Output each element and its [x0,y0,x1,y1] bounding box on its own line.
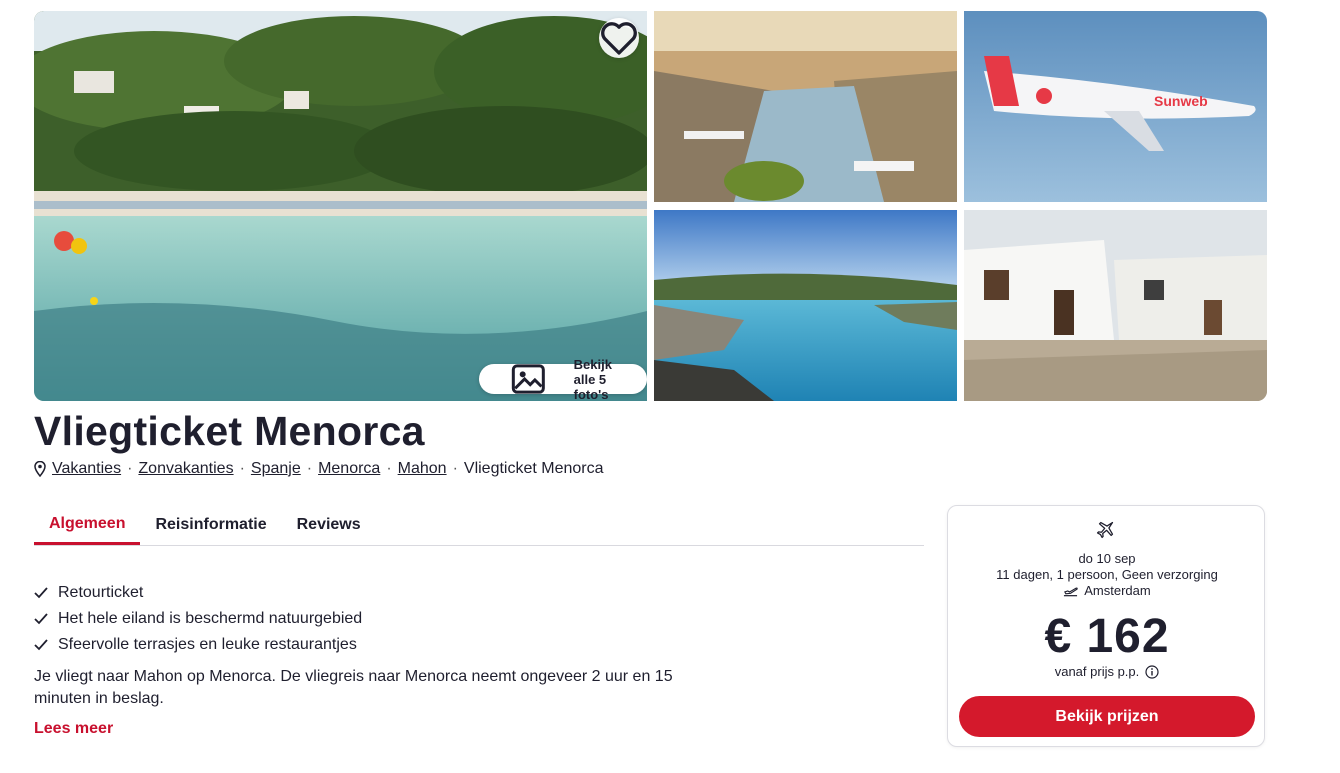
price: € 162 [1044,610,1170,663]
breadcrumb-separator: · [239,460,245,477]
tab-reisinformatie[interactable]: Reisinformatie [140,505,281,544]
tab-reviews[interactable]: Reviews [282,505,376,544]
check-icon [34,587,58,599]
location-pin-icon [34,461,46,477]
check-icon [34,639,58,651]
airplane-icon [1095,518,1117,545]
departure-plane-icon [1064,587,1079,596]
feature-item: Retourticket [34,580,362,606]
breadcrumb-separator: · [386,460,392,477]
breadcrumb-mahon[interactable]: Mahon [398,460,447,478]
breadcrumb: Vakanties · Zonvakanties · Spanje · Meno… [34,460,604,478]
view-all-photos-label: Bekijk alle 5 foto's [573,356,612,402]
photo-village[interactable] [964,210,1267,401]
travel-duration: 11 dagen, 1 persoon, Geen verzorging [996,567,1218,582]
price-note-label: vanaf prijs p.p. [1054,664,1140,679]
view-prices-button[interactable]: Bekijk prijzen [959,696,1255,737]
breadcrumb-zonvakanties[interactable]: Zonvakanties [138,460,233,478]
photo-beach[interactable]: Bekijk alle 5 foto's [34,11,647,401]
svg-text:Sunweb: Sunweb [1154,93,1208,109]
feature-label: Retourticket [58,584,144,601]
breadcrumb-vakanties[interactable]: Vakanties [52,460,121,478]
breadcrumb-separator: · [452,460,458,477]
breadcrumb-separator: · [127,460,133,477]
feature-label: Sfeervolle terrasjes en leuke restaurant… [58,636,357,653]
feature-label: Het hele eiland is beschermd natuurgebie… [58,610,363,627]
photo-harbor[interactable] [654,11,957,202]
breadcrumb-menorca[interactable]: Menorca [318,460,380,478]
departure-label: Amsterdam [1084,583,1151,598]
heart-icon [601,22,637,55]
view-all-photos-button[interactable]: Bekijk alle 5 foto's [479,357,647,401]
feature-item: Sfeervolle terrasjes en leuke restaurant… [34,632,362,658]
info-icon[interactable] [1145,664,1159,679]
price-note: vanaf prijs p.p. [948,664,1266,679]
page-title: Vliegticket Menorca [34,408,425,454]
photo-gallery: Bekijk alle 5 foto's Sunweb [34,11,1267,401]
photo-cove[interactable] [654,210,957,401]
tab-bar: Algemeen Reisinformatie Reviews [34,505,924,546]
breadcrumb-current: Vliegticket Menorca [463,460,604,477]
feature-item: Het hele eiland is beschermd natuurgebie… [34,606,362,632]
photo-airplane[interactable]: Sunweb [964,11,1267,202]
tab-algemeen[interactable]: Algemeen [34,505,141,545]
departure-airport: Amsterdam [948,583,1266,598]
price-card: do 10 sep 11 dagen, 1 persoon, Geen verz… [947,505,1265,747]
feature-list: Retourticket Het hele eiland is bescherm… [34,580,362,658]
favorite-button[interactable] [599,18,639,58]
breadcrumb-separator: · [306,460,313,477]
read-more-link[interactable]: Lees meer [34,720,113,738]
breadcrumb-spanje[interactable]: Spanje [251,460,301,478]
check-icon [34,613,58,625]
gallery-icon [511,364,545,394]
travel-date: do 10 sep [1078,551,1136,566]
description: Je vliegt naar Mahon op Menorca. De vlie… [34,668,673,707]
